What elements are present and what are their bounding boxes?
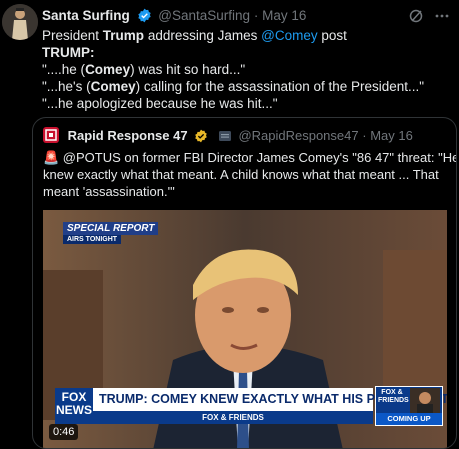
video-player[interactable]: SPECIAL REPORT AIRS TONIGHT FOX NEWS TRU… xyxy=(43,210,447,448)
text-segment: Comey xyxy=(85,62,131,77)
author-handle[interactable]: @SantaSurfing xyxy=(158,8,250,23)
quoted-text-line: knew exactly what that meant. A child kn… xyxy=(43,167,439,182)
tweet-header: Santa Surfing @SantaSurfing · May 16 xyxy=(42,7,451,25)
mention-link[interactable]: @Comey xyxy=(261,28,317,43)
tweet-text-line: President Trump addressing James @Comey … xyxy=(42,27,452,44)
news-chyron: TRUMP: COMEY KNEW EXACTLY WHAT HIS POST … xyxy=(93,388,447,411)
airs-tonight-label: AIRS TONIGHT xyxy=(63,235,122,244)
grok-icon[interactable] xyxy=(409,9,423,23)
quoted-author-handle[interactable]: @RapidResponse47 xyxy=(238,128,358,143)
quoted-tweet-text: 🚨 @POTUS on former FBI Director James Co… xyxy=(43,149,457,200)
text-segment: "...he apologized because he was hit..." xyxy=(42,96,278,111)
text-segment: addressing James xyxy=(144,28,262,43)
author-avatar[interactable] xyxy=(2,4,38,40)
top-actions xyxy=(407,7,451,25)
text-segment: President xyxy=(42,28,103,43)
separator-dot: · xyxy=(362,128,367,143)
tweet-text-line: "...he apologized because he was hit..." xyxy=(42,95,452,112)
logo-top-text: FOX xyxy=(61,390,87,404)
tweet-text-line: "...he's (Comey) calling for the assassi… xyxy=(42,78,452,95)
quoted-text-line: meant 'assassination.'" xyxy=(43,184,175,199)
special-report-banner: SPECIAL REPORT xyxy=(63,222,159,235)
fox-news-logo: FOX NEWS xyxy=(55,388,93,424)
tweet-text-line: "....he (Comey) was hit so hard..." xyxy=(42,61,452,78)
coming-up-label: COMING UP xyxy=(376,413,442,425)
text-segment: Trump xyxy=(102,28,145,43)
promo-title: FOX & FRIENDS xyxy=(378,389,409,404)
author-name[interactable]: Santa Surfing xyxy=(42,8,130,23)
coming-up-promo: FOX & FRIENDS COMING UP xyxy=(375,386,443,426)
text-segment: post xyxy=(317,28,347,43)
quoted-tweet[interactable]: Rapid Response 47 @RapidResponse47 · May… xyxy=(32,117,457,449)
gold-verified-badge-icon xyxy=(194,129,208,148)
network-strip: FOX & FRIENDS xyxy=(93,411,373,424)
tweet-date[interactable]: May 16 xyxy=(262,8,306,23)
more-options-icon[interactable] xyxy=(435,14,449,18)
logo-bottom-text: NEWS xyxy=(56,403,92,417)
avatar-image xyxy=(2,4,38,40)
quoted-tweet-header: Rapid Response 47 @RapidResponse47 · May… xyxy=(43,127,446,145)
quoted-author-name[interactable]: Rapid Response 47 xyxy=(68,128,188,143)
text-segment: "....he ( xyxy=(42,62,86,77)
text-segment: Comey xyxy=(90,79,136,94)
tweet-text-line: TRUMP: xyxy=(42,44,452,61)
tweet[interactable]: Santa Surfing @SantaSurfing · May 16 Pre… xyxy=(0,0,459,449)
government-affiliation-icon xyxy=(218,129,232,148)
video-timestamp: 0:46 xyxy=(49,424,79,440)
promo-thumbnail-icon xyxy=(410,388,440,414)
tweet-text: President Trump addressing James @Comey … xyxy=(42,27,452,112)
quoted-tweet-date[interactable]: May 16 xyxy=(370,128,413,143)
quoted-text-line: 🚨 @POTUS on former FBI Director James Co… xyxy=(43,150,457,165)
text-segment: ) was hit so hard..." xyxy=(130,62,246,77)
text-segment: "...he's ( xyxy=(42,79,91,94)
rapid-response-logo-icon xyxy=(43,127,59,143)
verified-badge-icon xyxy=(137,8,152,28)
text-segment: ) calling for the assassination of the P… xyxy=(135,79,425,94)
text-segment: TRUMP: xyxy=(42,45,95,60)
separator-dot: · xyxy=(253,8,259,23)
